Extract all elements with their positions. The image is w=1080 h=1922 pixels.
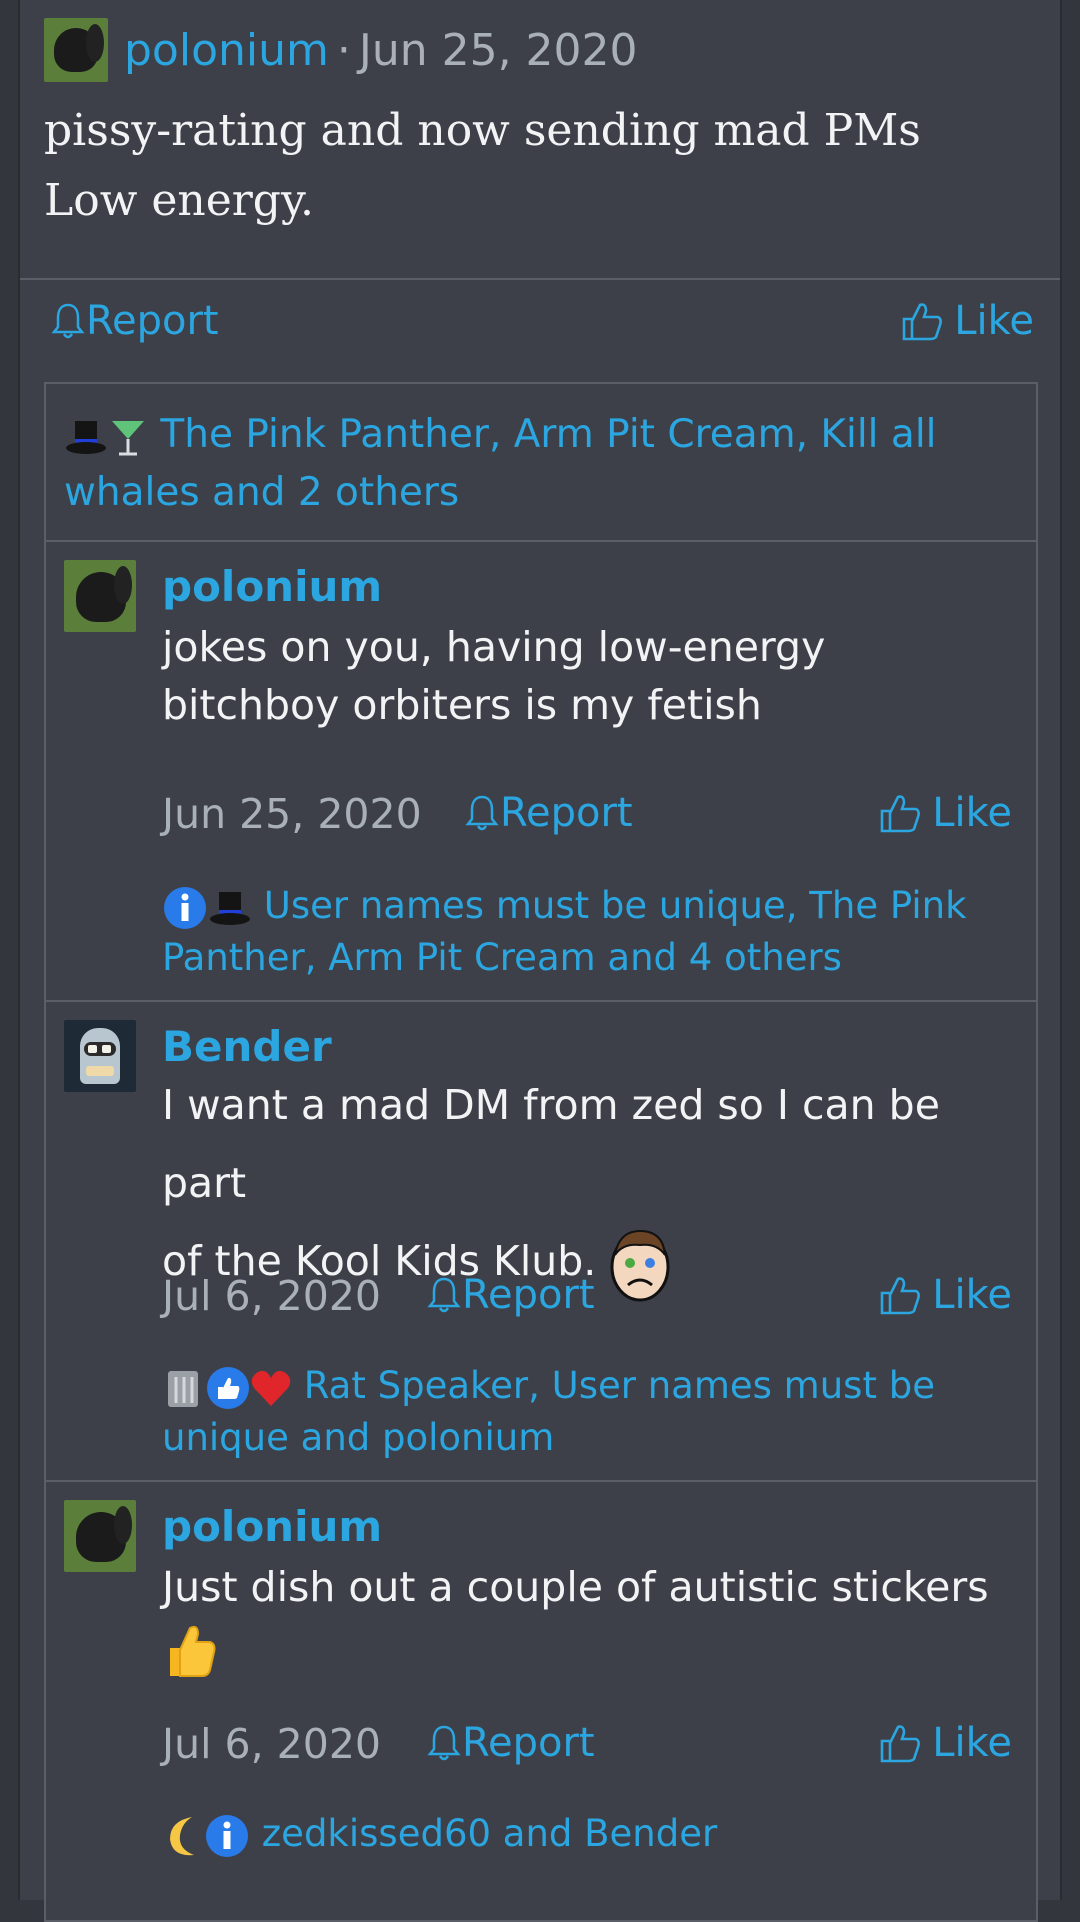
info-icon — [206, 1814, 248, 1857]
bell-icon — [465, 795, 499, 831]
top-hat-icon — [66, 420, 106, 454]
report-button[interactable]: Report — [464, 790, 633, 836]
like-button[interactable]: Like — [878, 1272, 1012, 1318]
comment-body: Just dish out a couple of autistic stick… — [162, 1558, 1012, 1695]
report-label: Report — [462, 1720, 595, 1766]
avatar[interactable] — [64, 1020, 136, 1092]
comment-body-line: I want a mad DM from zed so I can be par… — [162, 1081, 940, 1207]
comment: polonium Just dish out a couple of autis… — [46, 1480, 1036, 1902]
divider — [20, 278, 1060, 280]
thumbs-up-emoji — [170, 1625, 216, 1677]
comment-author[interactable]: polonium — [162, 562, 382, 611]
like-button[interactable]: Like — [878, 790, 1012, 836]
report-label: Report — [86, 298, 219, 344]
post-body-line: pissy-rating and now sending mad PMs — [44, 105, 921, 156]
cocktail-icon — [112, 420, 144, 455]
top-hat-icon — [210, 891, 250, 925]
post-reactions-summary[interactable]: The Pink Panther, Arm Pit Cream, Kill al… — [64, 406, 1018, 522]
comment-author[interactable]: polonium — [162, 1502, 382, 1551]
avatar[interactable] — [64, 1500, 136, 1572]
like-label: Like — [932, 790, 1012, 836]
bell-icon — [427, 1725, 461, 1761]
moon-icon — [170, 1816, 194, 1855]
report-label: Report — [462, 1272, 595, 1318]
reactions-text: The Pink Panther, Arm Pit Cream, Kill al… — [64, 412, 937, 515]
comment-author[interactable]: Bender — [162, 1022, 332, 1071]
comment: Bender I want a mad DM from zed so I can… — [46, 1000, 1036, 1482]
thumbs-up-icon — [880, 1725, 921, 1763]
info-icon — [164, 886, 206, 929]
thumbs-up-icon — [880, 1277, 921, 1315]
comment-body: jokes on you, having low-energy bitchboy… — [162, 623, 826, 729]
report-button[interactable]: Report — [50, 298, 219, 344]
bell-icon — [51, 303, 85, 339]
comments-box: The Pink Panther, Arm Pit Cream, Kill al… — [44, 382, 1038, 1922]
post-header: polonium · Jun 25, 2020 — [44, 18, 638, 82]
reactions-text: User names must be unique, The Pink Pant… — [162, 884, 967, 979]
comment-body-text: Just dish out a couple of autistic stick… — [162, 1563, 989, 1611]
reactions-text: zedkissed60 and Bender — [261, 1812, 718, 1855]
comment-reactions-summary[interactable]: zedkissed60 and Bender — [162, 1808, 1002, 1860]
report-label: Report — [500, 790, 633, 836]
like-label: Like — [932, 1720, 1012, 1766]
thumbs-up-icon — [207, 1366, 249, 1409]
sad-face-emoji — [610, 1229, 670, 1302]
post-date[interactable]: Jun 25, 2020 — [359, 25, 638, 76]
comment-reactions-summary[interactable]: Rat Speaker, User names must be unique a… — [162, 1360, 1002, 1464]
like-label: Like — [932, 1272, 1012, 1318]
post-body: pissy-rating and now sending mad PMs Low… — [44, 96, 1044, 236]
like-label: Like — [954, 298, 1034, 344]
thumbs-up-icon — [880, 795, 921, 833]
report-button[interactable]: Report — [426, 1720, 595, 1766]
heart-icon — [251, 1370, 291, 1406]
post-container: polonium · Jun 25, 2020 pissy-rating and… — [18, 0, 1062, 1922]
like-button[interactable]: Like — [900, 298, 1034, 344]
report-button[interactable]: Report — [426, 1272, 595, 1318]
comment-date[interactable]: Jun 25, 2020 — [162, 790, 422, 838]
separator-dot: · — [336, 24, 351, 76]
trash-can-icon — [168, 1370, 198, 1407]
avatar[interactable] — [64, 560, 136, 632]
thread-page: polonium · Jun 25, 2020 pissy-rating and… — [0, 0, 1080, 1922]
comment-date[interactable]: Jul 6, 2020 — [162, 1720, 381, 1768]
comment-body: I want a mad DM from zed so I can be par… — [162, 1066, 1012, 1303]
comment: polonium jokes on you, having low-energy… — [46, 540, 1036, 1002]
avatar[interactable] — [44, 18, 108, 82]
thumbs-up-icon — [902, 303, 943, 341]
comment-date[interactable]: Jul 6, 2020 — [162, 1272, 381, 1320]
bell-icon — [427, 1277, 461, 1313]
post-body-line: Low energy. — [44, 175, 314, 226]
post-author-link[interactable]: polonium — [124, 25, 329, 76]
comment-reactions-summary[interactable]: User names must be unique, The Pink Pant… — [162, 880, 1002, 984]
like-button[interactable]: Like — [878, 1720, 1012, 1766]
